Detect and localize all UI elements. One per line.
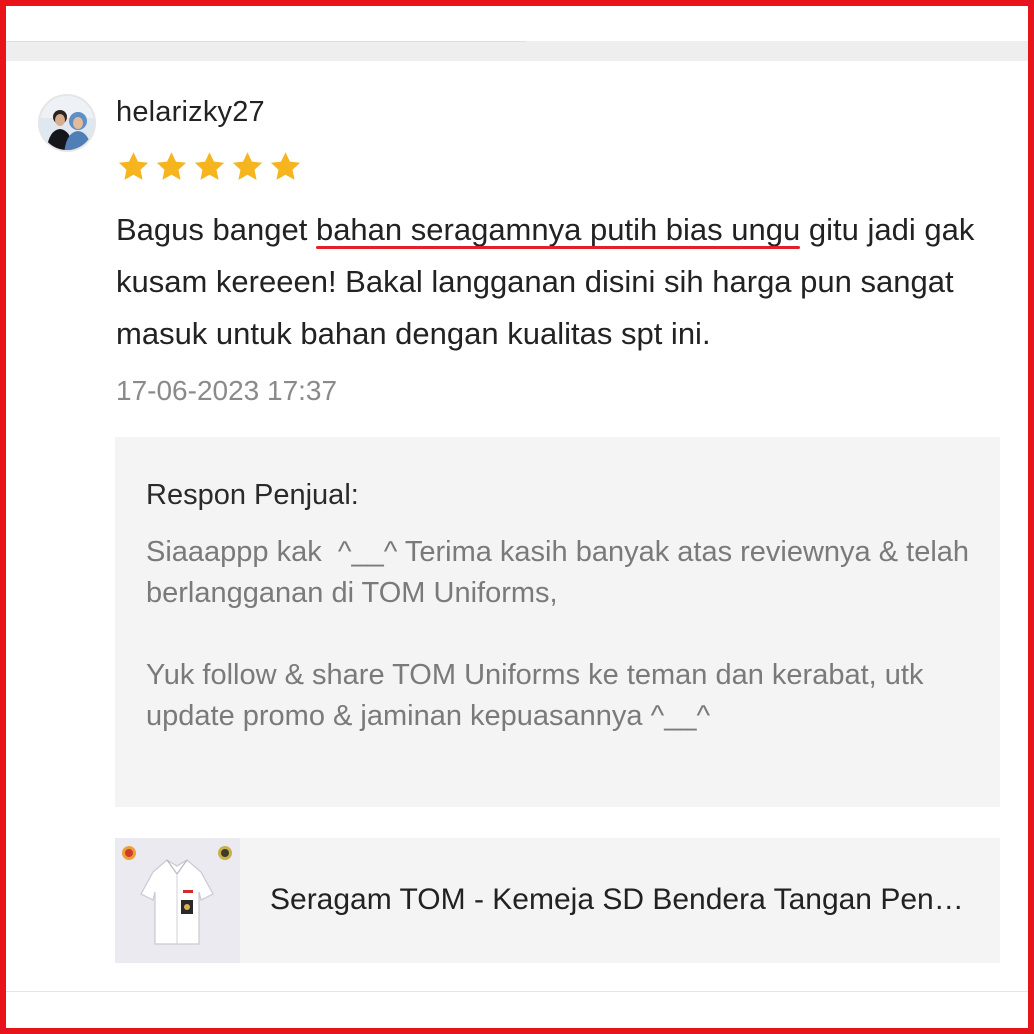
review-text-segment: Bagus banget xyxy=(116,212,316,247)
star-icon xyxy=(156,152,187,180)
review-timestamp: 17-06-2023 17:37 xyxy=(116,375,338,406)
seller-response-text: Siaaappp kak ^__^ Terima kasih banyak at… xyxy=(146,536,970,732)
product-name: Seragam TOM - Kemeja SD Bendera Tangan P… xyxy=(270,883,970,916)
review-text-segment: gitu xyxy=(800,212,868,247)
star-icon xyxy=(270,152,301,180)
star-icon xyxy=(118,152,149,180)
avatar[interactable] xyxy=(38,94,96,152)
star-icon xyxy=(232,152,263,180)
section-divider xyxy=(6,41,1028,61)
product-thumbnail xyxy=(115,838,240,963)
reviewer-username: helarizky27 xyxy=(116,96,265,128)
seller-response-box: Respon Penjual: Siaaappp kak ^__^ Terima… xyxy=(115,437,1000,807)
star-icon xyxy=(194,152,225,180)
review-text: Bagus banget bahan seragamnya putih bias… xyxy=(116,204,1016,360)
highlighted-phrase: bahan seragamnya putih bias ungu xyxy=(315,212,801,247)
bottom-divider xyxy=(6,991,1028,992)
star-rating xyxy=(115,149,304,185)
product-card[interactable]: Seragam TOM - Kemeja SD Bendera Tangan P… xyxy=(115,838,1000,963)
review-card: helarizky27 Bagus banget bahan seragamny… xyxy=(6,61,1028,1028)
seller-response-label: Respon Penjual: xyxy=(146,479,359,511)
